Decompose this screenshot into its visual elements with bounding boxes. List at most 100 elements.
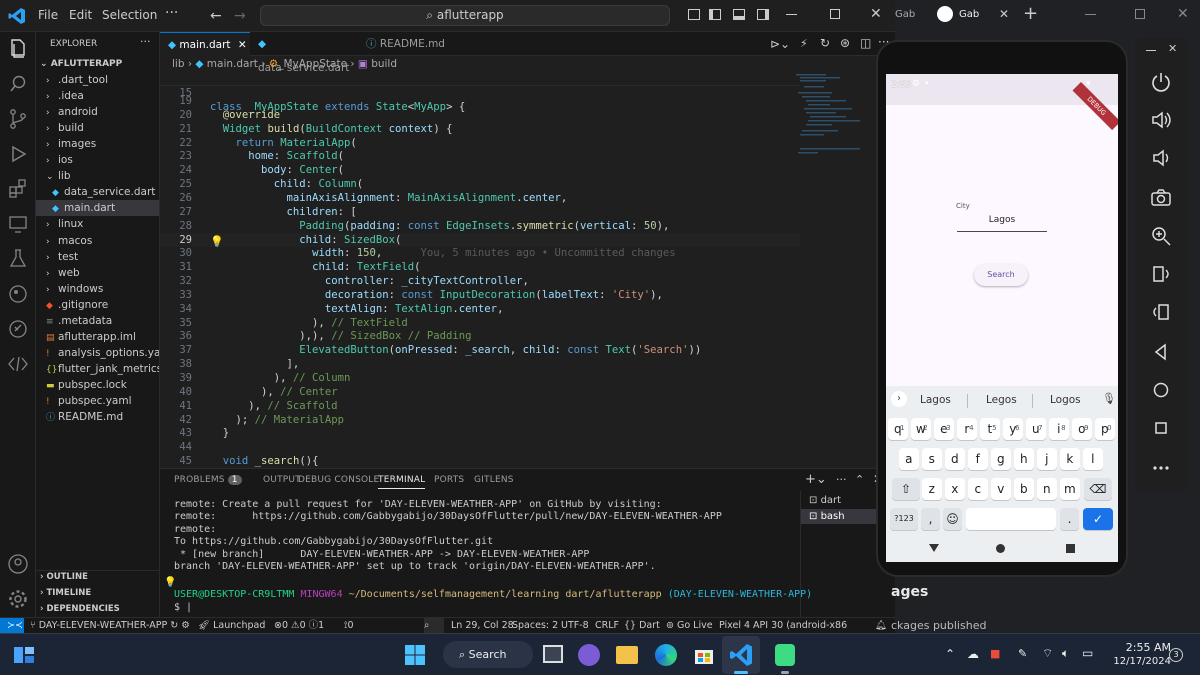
file-tree-item[interactable]: › images [36,136,159,152]
cursor-position[interactable]: Ln 29, Col 28 [451,618,514,633]
tab-terminal[interactable]: TERMINAL [378,475,426,489]
back-arrow-icon[interactable]: ← [210,8,222,24]
back-icon[interactable] [1149,340,1173,364]
tab-problems[interactable]: PROBLEMS 1 [174,475,242,485]
lightbulb-icon[interactable]: 💡 [210,235,224,248]
minimap[interactable] [796,72,876,192]
symbols-key[interactable]: ?123 [890,508,918,530]
search-button[interactable]: Search [974,264,1028,286]
forward-arrow-icon[interactable]: → [234,8,246,24]
language-mode[interactable]: {} Dart [624,618,660,633]
notification-badge[interactable]: 3 [1169,648,1183,662]
task-view-icon[interactable] [543,645,563,663]
key-z[interactable]: z [922,478,942,500]
shift-key-icon[interactable]: ⇧ [892,478,920,500]
run-dropdown-icon[interactable]: ⊳⌄ [770,37,790,51]
toggle-secondary-sidebar-icon[interactable] [757,9,769,20]
remote-indicator[interactable]: ≻≺ [0,618,24,633]
file-tree-item[interactable]: ! pubspec.yaml [36,393,159,409]
toggle-panel-icon[interactable] [733,9,745,20]
key-g[interactable]: g [991,448,1011,470]
code-editor[interactable]: 19 20 @override 21 Widget build(BuildConte… [160,94,800,481]
file-tree-item[interactable]: ◆ .gitignore [36,297,159,313]
browser-tab-2[interactable]: Gab [959,9,979,20]
close-tab-icon[interactable]: ✕ [999,7,1009,21]
gitlens-icon[interactable] [6,282,30,306]
vscode-taskbar-button[interactable] [722,636,760,674]
launchpad-status[interactable]: 🚀︎ Launchpad [198,618,265,633]
key-w[interactable]: w2 [911,418,931,440]
remote-explorer-icon[interactable] [6,212,30,236]
settings-gear-icon[interactable] [6,587,30,611]
tab-main-dart[interactable]: ◆ main.dart ✕ [160,32,250,56]
close-icon[interactable]: ✕ [1168,42,1177,55]
file-explorer-icon[interactable] [616,646,638,664]
android-emulator-taskbar-button[interactable] [766,636,804,674]
key-r[interactable]: r4 [957,418,977,440]
key-a[interactable]: a [899,448,919,470]
restart-icon[interactable]: ↻ [820,36,830,50]
key-s[interactable]: s [922,448,942,470]
battery-icon[interactable]: ▭ [1082,646,1093,660]
menu-file[interactable]: File [38,8,58,22]
devtools-icon[interactable]: ⊛ [840,36,850,50]
key-p[interactable]: p0 [1095,418,1115,440]
comma-key[interactable]: , [921,508,940,530]
space-key[interactable] [966,508,1056,530]
project-folder-header[interactable]: ⌄ AFLUTTERAPP [40,59,122,69]
close-icon[interactable]: ✕ [870,6,882,22]
file-tree-item[interactable]: ≡ .metadata [36,313,159,329]
new-tab-icon[interactable]: + [1023,3,1038,24]
key-n[interactable]: n [1037,478,1057,500]
search-icon[interactable] [6,72,30,96]
tab-output[interactable]: OUTPUT [263,475,301,485]
source-control-icon[interactable] [6,107,30,131]
key-x[interactable]: x [945,478,965,500]
outline-section[interactable]: › OUTLINE [40,572,88,582]
menu-edit[interactable]: Edit [69,8,92,22]
key-f[interactable]: f [968,448,988,470]
key-b[interactable]: b [1014,478,1034,500]
recents-nav-icon[interactable] [1066,544,1075,553]
key-t[interactable]: t5 [980,418,1000,440]
file-tree-item[interactable]: › .idea [36,88,159,104]
branch-status[interactable]: ⑂ DAY-ELEVEN-WEATHER-APP ↻ ⚙ [30,618,190,633]
suggestion-3[interactable]: Logos [1050,394,1081,406]
minimize-icon[interactable] [786,14,797,15]
key-e[interactable]: e3 [934,418,954,440]
tab-readme[interactable]: ⓘ README.md [358,32,450,56]
maximize-icon[interactable] [830,9,840,19]
tab-data-service[interactable]: ◆ data_service.dart [250,32,358,74]
show-hidden-icons[interactable]: ⌃ [945,647,955,661]
file-tree-item[interactable]: ▬ pubspec.lock [36,377,159,393]
rotate-right-icon[interactable] [1149,300,1173,324]
tab-ports[interactable]: PORTS [434,475,464,485]
backspace-key-icon[interactable]: ⌫ [1084,478,1112,500]
overview-icon[interactable] [1149,416,1173,440]
rotate-left-icon[interactable] [1149,262,1173,286]
command-center-search[interactable]: ⌕ aflutterapp [260,5,670,26]
emoji-key-icon[interactable]: ☺ [943,508,962,530]
file-tree-item[interactable]: ◆ main.dart [36,200,159,217]
menu-selection[interactable]: Selection [102,8,157,22]
file-tree-item[interactable]: ⓘ README.md [36,409,159,425]
key-o[interactable]: o9 [1072,418,1092,440]
file-tree-item[interactable]: › .dart_tool [36,72,159,88]
key-k[interactable]: k [1060,448,1080,470]
terminal-cursor[interactable]: $ | [174,602,192,614]
terminal-item-dart[interactable]: ⊡ dart [809,495,841,506]
power-icon[interactable] [1149,70,1173,94]
minimize-icon[interactable] [1146,50,1156,51]
volume-icon[interactable]: 🔈︎ [1062,646,1069,661]
file-tree-item[interactable]: › android [36,104,159,120]
more-menu-icon[interactable]: ··· [165,5,178,21]
file-tree-item[interactable]: › build [36,120,159,136]
maximize-icon[interactable] [1135,9,1145,19]
key-i[interactable]: i8 [1049,418,1069,440]
timeline-section[interactable]: › TIMELINE [40,588,91,598]
key-d[interactable]: d [945,448,965,470]
layout-icon[interactable] [688,9,700,20]
enter-key-icon[interactable]: ✓ [1083,508,1113,530]
file-tree-item[interactable]: › web [36,265,159,281]
timeline-icon[interactable] [6,352,30,376]
